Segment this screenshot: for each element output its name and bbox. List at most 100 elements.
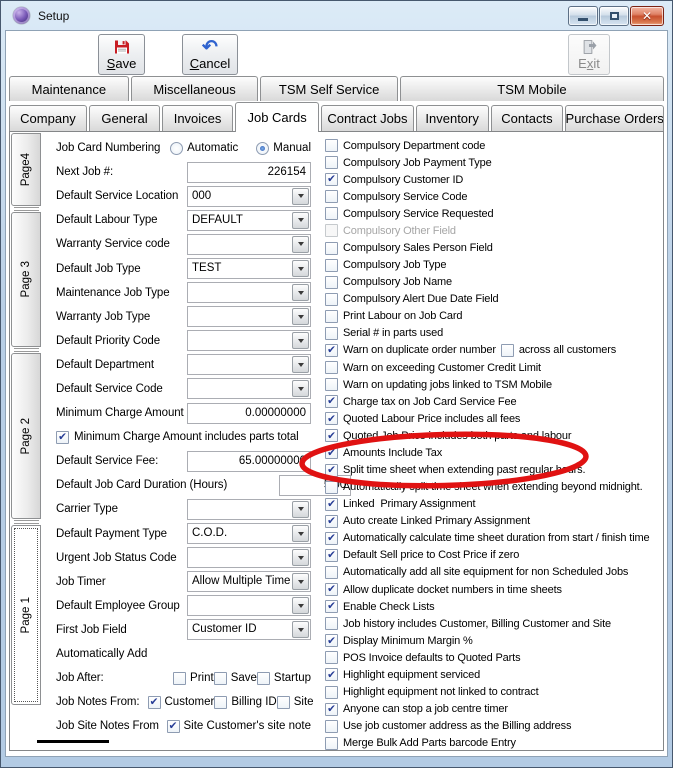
checkbox-warn-on-updating-jobs-linked-to-tsm-mobile[interactable] (325, 378, 338, 391)
checkbox-billing-id[interactable] (214, 696, 227, 709)
select-default-service-location[interactable]: 000 (187, 186, 311, 207)
checkbox-startup[interactable] (257, 672, 270, 685)
select-carrier-type[interactable] (187, 499, 311, 520)
tab-miscellaneous[interactable]: Miscellaneous (131, 76, 259, 101)
checkbox-amounts-include-tax[interactable]: ✔ (325, 446, 338, 459)
checkbox-print[interactable] (173, 672, 186, 685)
checkbox-linked-primary-assignment[interactable]: ✔ (325, 498, 338, 511)
tab-maintenance[interactable]: Maintenance (9, 76, 129, 101)
checkbox-split-time-sheet-when-extending-past-regular-hours[interactable]: ✔ (325, 464, 338, 477)
checkbox-across-all-customers[interactable] (501, 344, 514, 357)
tab-invoices[interactable]: Invoices (162, 105, 233, 131)
input-next-job[interactable] (187, 162, 311, 183)
checkbox-use-job-customer-address-as-the-billing-address[interactable] (325, 720, 338, 733)
tab-tsm-mobile[interactable]: TSM Mobile (400, 76, 664, 101)
dropdown-button[interactable] (292, 236, 309, 253)
select-job-timer[interactable]: Allow Multiple Time (187, 571, 311, 592)
checkbox-compulsory-job-type[interactable] (325, 259, 338, 272)
checkbox-enable-check-lists[interactable]: ✔ (325, 600, 338, 613)
checkbox-site[interactable] (277, 696, 290, 709)
select-default-job-type[interactable]: TEST (187, 258, 311, 279)
checkbox-minimum-charge-amount-includes-parts-total[interactable]: ✔ (56, 431, 69, 444)
checkbox-compulsory-department-code[interactable] (325, 139, 338, 152)
dropdown-button[interactable] (292, 284, 309, 301)
checkbox-automatically-add-all-site-equipment-for-non-scheduled-jobs[interactable] (325, 566, 338, 579)
dropdown-button[interactable] (292, 308, 309, 325)
checkbox-anyone-can-stop-a-job-centre-timer[interactable]: ✔ (325, 703, 338, 716)
select-warranty-job-type[interactable] (187, 306, 311, 327)
tab-company[interactable]: Company (9, 105, 87, 131)
select-default-labour-type[interactable]: DEFAULT (187, 210, 311, 231)
minimize-button[interactable] (568, 6, 598, 26)
page-tab-page-1[interactable]: Page 1 (11, 525, 41, 705)
cancel-button[interactable]: ↶Cancel (182, 34, 238, 75)
dropdown-button[interactable] (292, 501, 309, 518)
checkbox-quoted-job-price-includes-both-parts-and-labour[interactable]: ✔ (325, 429, 338, 442)
checkbox-compulsory-sales-person-field[interactable] (325, 242, 338, 255)
radio-manual[interactable] (256, 142, 269, 155)
tab-contract-jobs[interactable]: Contract Jobs (321, 105, 414, 131)
page-tab-page-2[interactable]: Page 2 (11, 353, 41, 519)
input-default-service-fee[interactable] (187, 451, 311, 472)
dropdown-button[interactable] (292, 549, 309, 566)
checkbox-automatically-split-time-sheet-when-extending-beyond-midnight[interactable] (325, 481, 338, 494)
exit-button[interactable]: Exit (568, 34, 610, 75)
checkbox-default-sell-price-to-cost-price-if-zero[interactable]: ✔ (325, 549, 338, 562)
checkbox-site-customer-s-site-note[interactable]: ✔ (167, 720, 180, 733)
checkbox-warn-on-duplicate-order-number[interactable]: ✔ (325, 344, 338, 357)
radio-automatic[interactable] (170, 142, 183, 155)
checkbox-warn-on-exceeding-customer-credit-limit[interactable] (325, 361, 338, 374)
checkbox-job-history-includes-customer-billing-customer-and-site[interactable] (325, 617, 338, 630)
checkbox-compulsory-service-code[interactable] (325, 190, 338, 203)
dropdown-button[interactable] (292, 356, 309, 373)
dropdown-button[interactable] (292, 525, 309, 542)
page-tab-page-3[interactable]: Page 3 (11, 212, 41, 347)
tab-purchase-orders[interactable]: Purchase Orders (565, 105, 664, 131)
checkbox-compulsory-job-payment-type[interactable] (325, 156, 338, 169)
checkbox-customer[interactable]: ✔ (148, 696, 161, 709)
checkbox-charge-tax-on-job-card-service-fee[interactable]: ✔ (325, 395, 338, 408)
dropdown-button[interactable] (292, 380, 309, 397)
select-default-payment-type[interactable]: C.O.D. (187, 523, 311, 544)
checkbox-compulsory-alert-due-date-field[interactable] (325, 293, 338, 306)
page-tab-page4[interactable]: Page4 (11, 133, 41, 206)
tab-job-cards[interactable]: Job Cards (235, 102, 319, 132)
dropdown-button[interactable] (292, 188, 309, 205)
checkbox-automatically-calculate-time-sheet-duration-from-start-finish-time[interactable]: ✔ (325, 532, 338, 545)
checkbox-print-labour-on-job-card[interactable] (325, 310, 338, 323)
save-button[interactable]: Save (98, 34, 145, 75)
checkbox-auto-create-linked-primary-assignment[interactable]: ✔ (325, 515, 338, 528)
select-default-department[interactable] (187, 354, 311, 375)
checkbox-pos-invoice-defaults-to-quoted-parts[interactable] (325, 651, 338, 664)
dropdown-button[interactable] (292, 573, 309, 590)
dropdown-button[interactable] (292, 621, 309, 638)
dropdown-button[interactable] (292, 212, 309, 229)
tab-inventory[interactable]: Inventory (416, 105, 489, 131)
select-first-job-field[interactable]: Customer ID (187, 619, 311, 640)
checkbox-save[interactable] (214, 672, 227, 685)
checkbox-merge-bulk-add-parts-barcode-entry[interactable] (325, 737, 338, 750)
select-warranty-service-code[interactable] (187, 234, 311, 255)
checkbox-highlight-equipment-not-linked-to-contract[interactable] (325, 686, 338, 699)
select-default-employee-group[interactable] (187, 595, 311, 616)
checkbox-serial-in-parts-used[interactable] (325, 327, 338, 340)
checkbox-compulsory-job-name[interactable] (325, 276, 338, 289)
select-default-priority-code[interactable] (187, 330, 311, 351)
tab-contacts[interactable]: Contacts (491, 105, 564, 131)
select-maintenance-job-type[interactable] (187, 282, 311, 303)
dropdown-button[interactable] (292, 332, 309, 349)
checkbox-allow-duplicate-docket-numbers-in-time-sheets[interactable]: ✔ (325, 583, 338, 596)
input-minimum-charge-amount[interactable] (187, 403, 311, 424)
checkbox-highlight-equipment-serviced[interactable]: ✔ (325, 668, 338, 681)
close-button[interactable]: ✕ (630, 6, 664, 26)
checkbox-compulsory-service-requested[interactable] (325, 207, 338, 220)
dropdown-button[interactable] (292, 597, 309, 614)
checkbox-quoted-labour-price-includes-all-fees[interactable]: ✔ (325, 412, 338, 425)
dropdown-button[interactable] (292, 260, 309, 277)
checkbox-display-minimum-margin[interactable]: ✔ (325, 634, 338, 647)
checkbox-compulsory-other-field[interactable] (325, 224, 338, 237)
select-default-service-code[interactable] (187, 378, 311, 399)
restore-button[interactable] (599, 6, 629, 26)
tab-general[interactable]: General (89, 105, 160, 131)
select-urgent-job-status-code[interactable] (187, 547, 311, 568)
